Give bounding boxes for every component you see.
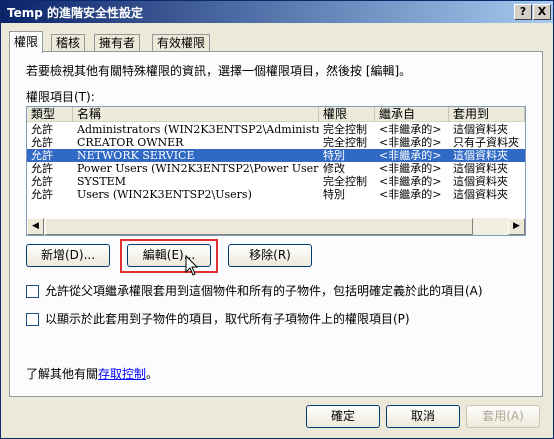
permission-entries-list[interactable]: 類型 名稱 權限 繼承自 套用到 允許 Administrators (WIN2K… — [26, 106, 526, 236]
cell-apply-to: 只有子資料夾 — [453, 136, 519, 149]
edit-highlight-box — [120, 239, 218, 273]
cell-permission: 特別 — [323, 149, 345, 162]
cell-permission: 完全控制 — [323, 136, 367, 149]
window-title: Temp 的進階安全性設定 — [7, 6, 144, 20]
close-button[interactable]: X — [533, 4, 551, 20]
learn-more-text: 了解其他有關存取控制。 — [26, 365, 158, 382]
cell-apply-to: 這個資料夾 — [453, 149, 508, 162]
cell-permission: 完全控制 — [323, 123, 367, 136]
cell-apply-to: 這個資料夾 — [453, 188, 508, 201]
cell-name: Administrators (WIN2K3ENTSP2\Administrat… — [77, 123, 319, 136]
scroll-right-icon[interactable]: ▶ — [508, 218, 525, 235]
ok-button[interactable]: 確定 — [306, 405, 380, 428]
tab-effective-permissions[interactable]: 有效權限 — [152, 34, 211, 52]
cell-inherited: <非繼承的> — [379, 188, 442, 201]
scroll-left-icon[interactable]: ◀ — [27, 218, 44, 235]
permission-entries-label: 權限項目(T): — [26, 90, 95, 104]
apply-button[interactable]: 套用(A) — [466, 405, 540, 428]
cell-permission: 特別 — [323, 188, 345, 201]
cell-name: SYSTEM — [77, 175, 126, 188]
table-row[interactable]: 允許 CREATOR OWNER 完全控制 <非繼承的> 只有子資料夾 — [27, 136, 525, 149]
replace-checkbox[interactable] — [26, 313, 39, 326]
cell-inherited: <非繼承的> — [379, 123, 442, 136]
horizontal-scrollbar[interactable]: ◀ ▶ — [27, 218, 525, 235]
help-button[interactable]: ? — [514, 4, 532, 20]
add-button[interactable]: 新增(D)... — [26, 244, 110, 267]
cell-inherited: <非繼承的> — [379, 175, 442, 188]
instruction-text: 若要檢視其他有關特殊權限的資訊，選擇一個權限項目，然後按 [編輯]。 — [26, 64, 412, 78]
cell-apply-to: 這個資料夾 — [453, 123, 508, 136]
access-control-link[interactable]: 存取控制 — [98, 367, 146, 381]
mouse-pointer-icon — [185, 255, 199, 276]
cell-inherited: <非繼承的> — [379, 136, 442, 149]
cell-name: CREATOR OWNER — [77, 136, 184, 149]
tab-owner[interactable]: 擁有者 — [94, 34, 141, 52]
advanced-security-dialog: Temp 的進階安全性設定 ? X 權限 稽核 擁有者 有效權限 若要檢視其他有… — [0, 0, 554, 439]
inherit-checkbox[interactable] — [26, 285, 39, 298]
column-inherited-from[interactable]: 繼承自 — [375, 107, 449, 122]
cell-inherited: <非繼承的> — [379, 149, 442, 162]
learn-more-suffix: 。 — [146, 367, 159, 381]
cell-permission: 修改 — [323, 162, 345, 175]
table-row[interactable]: 允許 SYSTEM 完全控制 <非繼承的> 這個資料夾 — [27, 175, 525, 188]
tab-auditing[interactable]: 稽核 — [51, 34, 86, 52]
list-header: 類型 名稱 權限 繼承自 套用到 — [27, 107, 525, 123]
column-type[interactable]: 類型 — [27, 107, 73, 122]
remove-button[interactable]: 移除(R) — [228, 244, 312, 267]
cell-name: Power Users (WIN2K3ENTSP2\Power Users) — [77, 162, 319, 175]
tab-permissions[interactable]: 權限 — [9, 31, 44, 53]
cell-name: NETWORK SERVICE — [77, 149, 195, 162]
cell-type: 允許 — [31, 123, 53, 136]
column-name[interactable]: 名稱 — [73, 107, 319, 122]
learn-more-prefix: 了解其他有關 — [26, 367, 99, 381]
cell-type: 允許 — [31, 149, 53, 162]
table-row[interactable]: 允許 Power Users (WIN2K3ENTSP2\Power Users)… — [27, 162, 525, 175]
cell-type: 允許 — [31, 188, 53, 201]
permissions-panel: 若要檢視其他有關特殊權限的資訊，選擇一個權限項目，然後按 [編輯]。 權限項目(… — [9, 51, 543, 397]
table-row[interactable]: 允許 Administrators (WIN2K3ENTSP2\Administr… — [27, 123, 525, 136]
cell-type: 允許 — [31, 162, 53, 175]
cell-apply-to: 這個資料夾 — [453, 175, 508, 188]
replace-permissions-option[interactable]: 以顯示於此套用到子物件的項目，取代所有子項物件上的權限項目(P) — [26, 310, 410, 327]
cell-apply-to: 這個資料夾 — [453, 162, 508, 175]
title-bar[interactable]: Temp 的進階安全性設定 ? X — [1, 1, 553, 23]
column-permission[interactable]: 權限 — [319, 107, 375, 122]
column-apply-to[interactable]: 套用到 — [449, 107, 525, 122]
cell-name: Users (WIN2K3ENTSP2\Users) — [77, 188, 252, 201]
cell-inherited: <非繼承的> — [379, 162, 442, 175]
cell-permission: 完全控制 — [323, 175, 367, 188]
table-row[interactable]: 允許 NETWORK SERVICE 特別 <非繼承的> 這個資料夾 — [27, 149, 525, 162]
table-row[interactable]: 允許 Users (WIN2K3ENTSP2\Users) 特別 <非繼承的> 這個資料… — [27, 188, 525, 201]
replace-label: 以顯示於此套用到子物件的項目，取代所有子項物件上的權限項目(P) — [45, 312, 410, 326]
scrollbar-thumb[interactable] — [45, 218, 473, 235]
cell-type: 允許 — [31, 136, 53, 149]
inherit-permissions-option[interactable]: 允許從父項繼承權限套用到這個物件和所有的子物件，包括明確定義於此的項目(A) — [26, 282, 483, 299]
cancel-button[interactable]: 取消 — [386, 405, 460, 428]
cell-type: 允許 — [31, 175, 53, 188]
inherit-label: 允許從父項繼承權限套用到這個物件和所有的子物件，包括明確定義於此的項目(A) — [45, 284, 483, 298]
